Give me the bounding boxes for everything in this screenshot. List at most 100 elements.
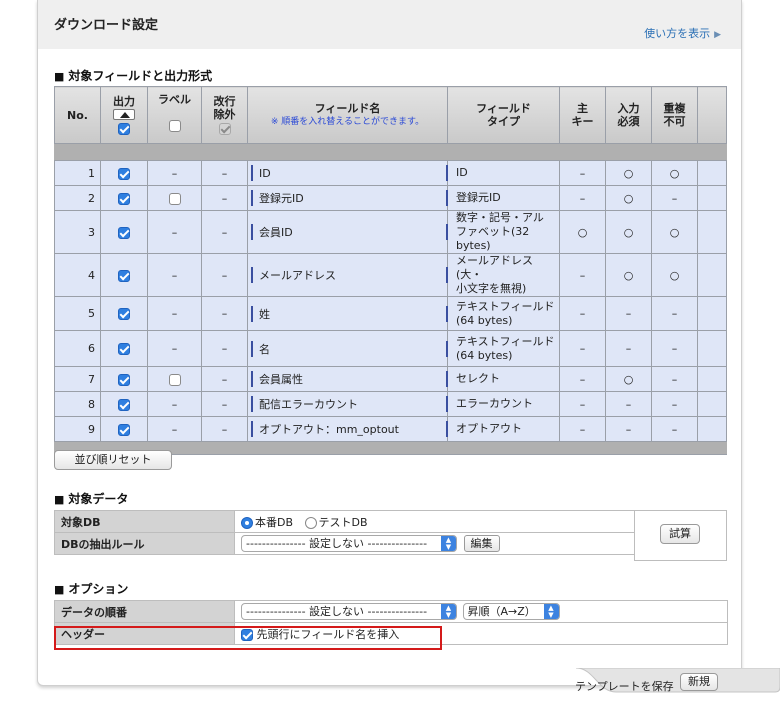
output-checkbox[interactable] [118,269,130,282]
output-checkbox[interactable] [118,373,130,386]
output-all-checkbox[interactable] [118,123,130,135]
output-cell [100,416,148,442]
header-insert-checkbox[interactable] [241,628,253,641]
output-checkbox[interactable] [118,343,130,355]
help-link-text[interactable]: 使い方を表示 [644,27,710,40]
target-db-label: 対象DB [54,510,235,533]
field-name-cell[interactable]: オプトアウト：mm_optout [247,416,448,442]
col-label: ラベル [147,86,202,144]
label-cell: – [147,160,202,186]
col-no: No. [54,86,101,144]
table-row: 2– 登録元ID 登録元ID – ○ – [54,185,727,211]
output-checkbox[interactable] [118,398,130,411]
col-output: 出力 [100,86,148,144]
field-type-cell: テキストフィールド (64 bytes) [446,296,560,331]
output-checkbox[interactable] [118,423,130,436]
target-section-title: ■ 対象データ [54,490,128,507]
pk-cell: ○ [559,210,606,254]
estimate-button[interactable]: 試算 [660,524,700,544]
col-field-type: フィールド タイプ [447,86,560,144]
order-direction-select[interactable]: 昇順（A→Z） ▲ ▼ [462,603,560,620]
help-link[interactable]: 使い方を表示 ▶ [644,25,721,41]
required-cell: – [605,330,652,367]
drag-handle[interactable] [251,305,253,322]
unique-cell: – [651,416,698,442]
blank-cell [697,366,727,392]
exclude-cell: – [201,185,248,211]
new-template-button[interactable]: 新規 [680,673,718,691]
field-name-cell[interactable]: 名 [247,330,448,367]
pk-cell: – [559,330,606,367]
field-name-text: ID [259,166,271,180]
exclude-cell: – [201,253,248,297]
pk-cell: – [559,366,606,392]
output-checkbox[interactable] [118,167,130,180]
radio-production-db[interactable] [241,516,253,529]
reset-order-button[interactable]: 並び順リセット [54,450,172,470]
unique-cell: ○ [651,210,698,254]
field-name-cell[interactable]: 姓 [247,296,448,331]
row-no: 7 [54,366,101,392]
output-checkbox[interactable] [118,226,130,239]
drag-handle[interactable] [251,396,253,412]
extract-rule-value: --------------- 設定しない --------------- ▲ ▼ … [234,532,635,555]
option-section-title-text: オプション [68,582,129,596]
label-all-checkbox[interactable] [168,120,181,132]
required-cell: ○ [605,185,652,211]
data-order-select[interactable]: --------------- 設定しない --------------- ▲ ▼ [241,603,457,620]
field-name-cell[interactable]: 登録元ID [247,185,448,211]
radio-test-label: テストDB [318,515,368,529]
drag-handle[interactable] [251,340,253,357]
col-required: 入力 必須 [605,86,652,144]
row-no: 5 [54,296,101,331]
field-type-main: テキストフィールド [456,299,555,313]
triangle-right-icon: ▶ [714,30,721,40]
output-cell [100,330,148,367]
drag-handle[interactable] [251,224,253,240]
drag-handle[interactable] [251,371,253,387]
label-dash: – [171,166,178,180]
pk-cell: – [559,253,606,297]
output-cell [100,160,148,186]
exclude-cell: – [201,391,248,417]
label-checkbox[interactable] [168,192,181,205]
drag-handle[interactable] [251,165,253,181]
label-checkbox[interactable] [168,373,181,386]
field-type-main: 数字・記号・アル [456,211,544,224]
extract-rule-label: DBの抽出ルール [54,532,235,555]
output-checkbox[interactable] [118,308,130,320]
col-req-line1: 入力 [617,102,640,115]
select-arrows-icon: ▲ ▼ [543,604,559,619]
pk-cell: – [559,416,606,442]
exclude-cell: – [201,160,248,186]
output-cell [100,210,148,254]
drag-handle[interactable] [251,190,253,206]
square-bullet-icon: ■ [54,493,65,506]
row-no: 6 [54,330,101,367]
table-row: 4– – メールアドレス メールアドレス(大・ 小文字を無視) – ○ ○ [54,253,727,297]
field-type-cell: 数字・記号・アル ファベット(32 bytes) [446,210,560,254]
exclude-cell: – [201,416,248,442]
field-name-cell[interactable]: 会員属性 [247,366,448,392]
field-name-cell[interactable]: メールアドレス [247,253,448,297]
data-order-value: --------------- 設定しない --------------- ▲ ▼ … [234,600,728,623]
edit-rule-button[interactable]: 編集 [463,535,500,552]
label-dash: – [171,342,178,355]
label-cell: – [147,210,202,254]
field-name-cell[interactable]: ID [247,160,448,186]
field-name-cell[interactable]: 会員ID [247,210,448,254]
field-name-cell[interactable]: 配信エラーカウント [247,391,448,417]
blank-cell [697,391,727,417]
radio-test-db[interactable] [304,516,317,529]
drag-handle[interactable] [251,267,253,283]
extract-rule-select[interactable]: --------------- 設定しない --------------- ▲ ▼ [241,535,457,552]
divider-bar [446,371,448,387]
field-type-cell: テキストフィールド (64 bytes) [446,330,560,367]
unique-cell: ○ [651,160,698,186]
col-uniq-line2: 不可 [663,115,686,128]
option-table: データの順番 --------------- 設定しない -----------… [54,600,728,645]
field-type-text: 登録元ID [452,191,501,205]
sort-up-button[interactable] [113,109,135,120]
output-checkbox[interactable] [118,192,130,205]
drag-handle[interactable] [251,421,253,437]
